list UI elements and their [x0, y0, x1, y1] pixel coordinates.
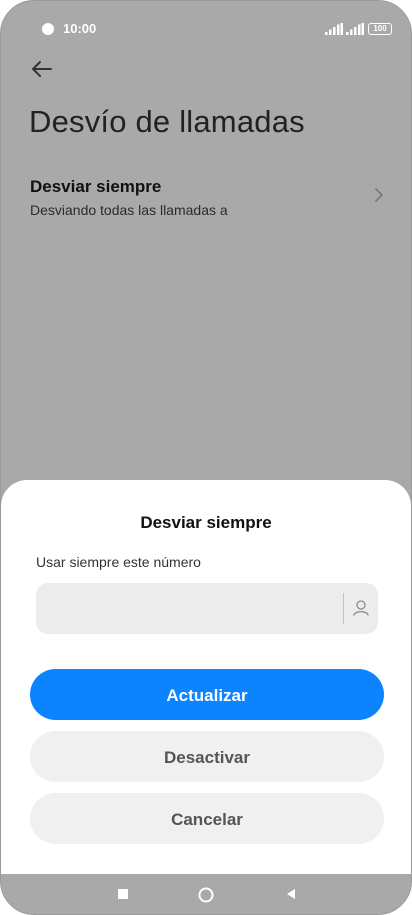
square-recents-icon[interactable]	[115, 886, 131, 902]
battery-level: 100	[373, 24, 387, 33]
navigation-bar	[1, 874, 411, 914]
chevron-right-icon	[375, 188, 383, 202]
person-icon	[353, 600, 369, 616]
page-title: Desvío de llamadas	[29, 104, 305, 139]
phone-number-input[interactable]	[36, 583, 336, 634]
deactivate-button[interactable]: Desactivar	[30, 731, 384, 782]
arrow-left-icon	[32, 61, 52, 77]
phone-screen: 10:00 100 Desvío de llamadas Desviar sie…	[0, 0, 412, 915]
field-divider	[343, 593, 344, 624]
signal-icon	[346, 23, 364, 35]
update-button[interactable]: Actualizar	[30, 669, 384, 720]
triangle-back-icon[interactable]	[283, 886, 299, 902]
battery-icon: 100	[368, 23, 392, 35]
number-field	[36, 583, 378, 634]
forward-item-subtitle: Desviando todas las llamadas a	[30, 202, 228, 218]
forward-item-title: Desviar siempre	[30, 177, 162, 196]
back-button[interactable]	[29, 57, 55, 81]
circle-home-icon[interactable]	[197, 886, 215, 904]
status-bar: 10:00 100	[1, 1, 411, 57]
forward-dialog: Desviar siempre Usar siempre este número…	[1, 480, 411, 874]
signal-icon	[325, 23, 343, 35]
notification-dot-icon	[42, 23, 54, 35]
cancel-button[interactable]: Cancelar	[30, 793, 384, 844]
forward-always-item[interactable]: Desviar siempre Desviando todas las llam…	[1, 169, 411, 233]
dialog-label: Usar siempre este número	[36, 554, 201, 570]
dialog-title: Desviar siempre	[140, 513, 272, 532]
status-time: 10:00	[63, 21, 97, 36]
contact-picker-button[interactable]	[348, 595, 374, 621]
